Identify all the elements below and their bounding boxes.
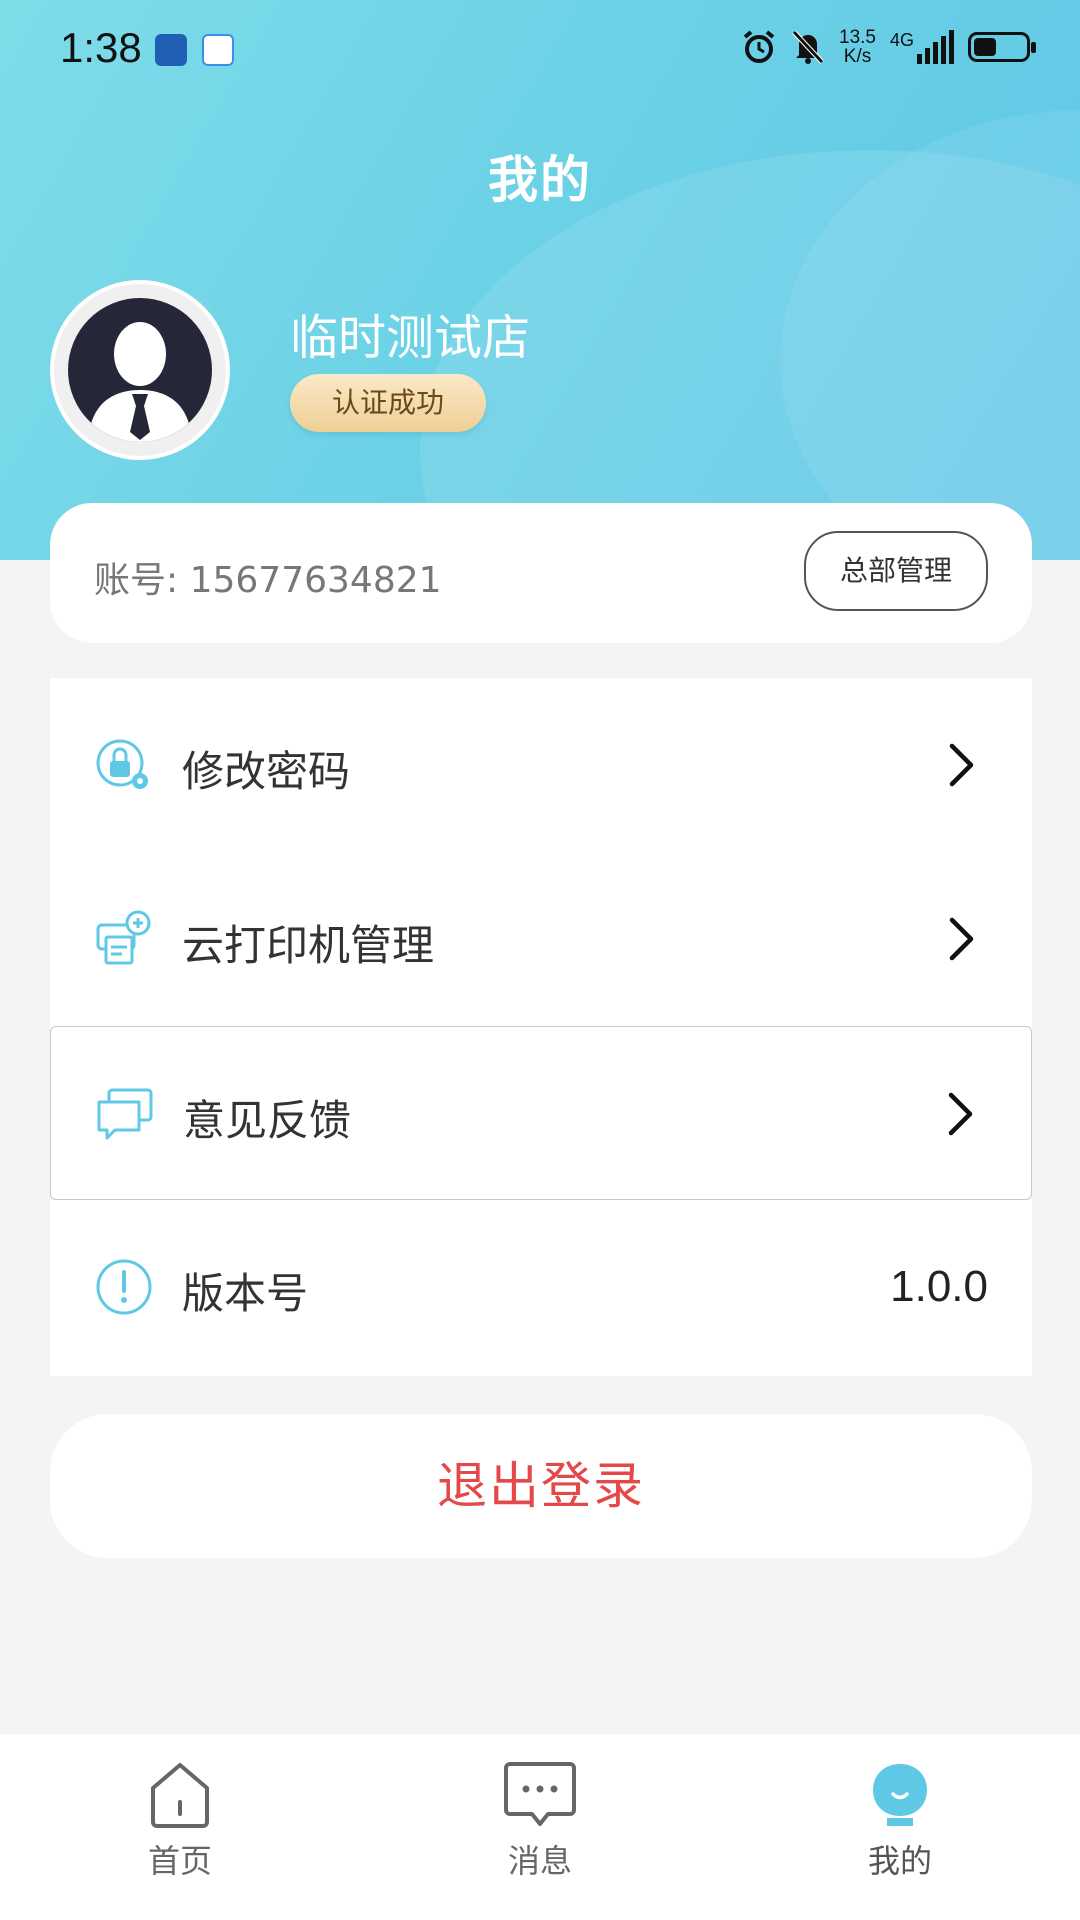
menu-item-printer-management[interactable]: 云打印机管理 [50,852,1032,1026]
alarm-icon [743,30,775,63]
store-name: 临时测试店 [290,310,531,366]
bottom-tab-bar: 首页 消息 我的 [0,1734,1080,1920]
cloud-printer-icon [96,910,151,965]
lock-gear-icon [96,739,148,789]
status-time: 1:38 [60,24,142,71]
menu-label-printer-management: 云打印机管理 [182,921,435,970]
chevron-right-icon [948,1092,973,1136]
avatar[interactable] [50,280,230,460]
account-info: 账号: 15677634821 [94,551,442,603]
account-card: 账号: 15677634821 总部管理 [50,503,1032,643]
page-title: 我的 [488,151,592,209]
logout-button[interactable]: 退出登录 [50,1414,1032,1558]
chevron-right-icon [949,917,974,961]
certification-badge: 认证成功 [290,374,486,432]
message-icon [504,1762,576,1826]
menu-label-version: 版本号 [182,1269,309,1318]
menu-item-change-password[interactable]: 修改密码 [50,678,1032,852]
version-value: 1.0.0 [890,1262,988,1311]
menu-label-change-password: 修改密码 [182,747,351,796]
tab-label-messages: 消息 [507,1842,572,1880]
info-circle-icon [96,1259,152,1315]
signal-indicator: 4G [890,30,954,64]
chat-bubbles-icon [97,1088,153,1140]
tab-home[interactable]: 首页 [90,1760,270,1900]
battery-icon [968,32,1036,62]
status-right-group: 13.5 K/s 4G [741,27,1036,67]
notification-app-icon [155,34,187,66]
menu-item-version: 版本号 1.0.0 [50,1200,1032,1374]
mute-bell-icon [792,30,824,64]
account-value: 15677634821 [189,560,442,601]
tab-label-home: 首页 [147,1842,212,1880]
status-bar: 1:38 13.5 K/s 4G [0,0,1080,104]
account-label: 账号: [94,560,179,601]
chat-notification-icon [202,34,234,66]
tab-label-mine: 我的 [867,1842,932,1880]
user-silhouette-icon [88,322,192,442]
menu-item-feedback[interactable]: 意见反馈 [50,1026,1032,1200]
tab-messages[interactable]: 消息 [450,1760,630,1900]
hq-management-button[interactable]: 总部管理 [804,531,988,611]
home-icon [151,1763,209,1828]
tab-mine[interactable]: 我的 [810,1760,990,1900]
settings-menu: 修改密码 云打印机管理 意见反馈 版本号 1.0.0 [50,678,1032,1376]
chevron-right-icon [949,743,974,787]
mine-face-icon [873,1764,927,1826]
menu-label-feedback: 意见反馈 [183,1096,352,1145]
net-speed: 13.5 K/s [839,27,876,67]
